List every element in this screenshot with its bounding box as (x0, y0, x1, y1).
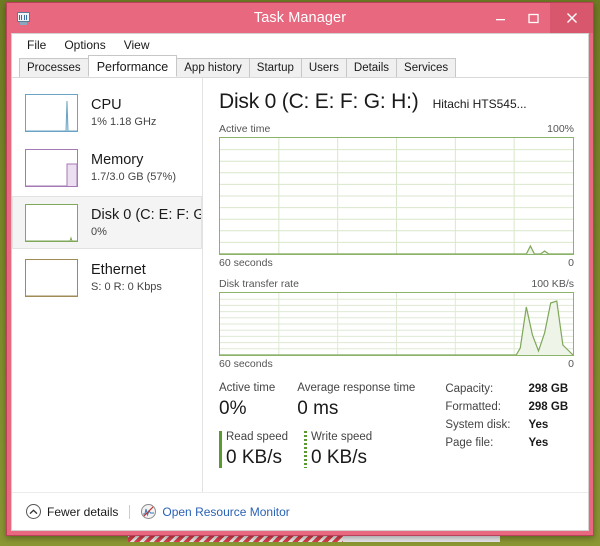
fewer-details-button[interactable]: Fewer details (26, 504, 118, 519)
write-speed-stat: Write speed 0 KB/s (304, 430, 372, 470)
tab-services[interactable]: Services (396, 58, 457, 77)
ethernet-label: Ethernet (91, 261, 146, 278)
resource-sidebar: CPU 1% 1.18 GHz Memory 1.7/3.0 GB (57%) (12, 78, 203, 492)
memory-label: Memory (91, 151, 144, 168)
disk-model-label: Hitachi HTS545... (432, 97, 527, 111)
status-bar: Fewer details Open Resource Monitor (12, 492, 588, 530)
ethernet-thumbnail (25, 258, 78, 297)
tab-users[interactable]: Users (300, 58, 347, 77)
disk-stats: Active time 0% Average response time 0 m… (219, 381, 574, 470)
minimize-button[interactable] (484, 3, 517, 33)
disk-label: Disk 0 (C: E: F: G: H (91, 206, 201, 223)
active-time-stat-value: 0% (219, 398, 247, 419)
open-resource-monitor-link[interactable]: Open Resource Monitor (141, 504, 290, 519)
transfer-rate-graph-max: 100 KB/s (531, 278, 574, 290)
active-time-graph-xend: 0 (568, 257, 574, 269)
cpu-thumbnail (25, 93, 78, 132)
disk-detail-panel: Disk 0 (C: E: F: G: H:) Hitachi HTS545..… (203, 78, 588, 492)
tab-details[interactable]: Details (345, 58, 398, 77)
active-time-plot (220, 138, 573, 254)
write-speed-color-bar (304, 431, 308, 468)
performance-body: CPU 1% 1.18 GHz Memory 1.7/3.0 GB (57%) (12, 78, 588, 492)
system-disk-key: System disk: (445, 419, 511, 431)
transfer-rate-graph-block: Disk transfer rate 100 KB/s 60 seconds 0 (219, 278, 574, 370)
sidebar-item-disk0[interactable]: Disk 0 (C: E: F: G: H 0% (12, 196, 202, 249)
read-speed-value: 0 KB/s (226, 447, 282, 468)
page-title: Disk 0 (C: E: F: G: H:) (219, 90, 419, 113)
sidebar-item-ethernet[interactable]: Ethernet S: 0 R: 0 Kbps (12, 251, 202, 304)
response-time-stat-label: Average response time (297, 382, 416, 394)
resource-monitor-label: Open Resource Monitor (162, 504, 290, 519)
formatted-key: Formatted: (445, 401, 501, 413)
transfer-rate-graph-label: Disk transfer rate (219, 278, 299, 290)
read-speed-color-bar (219, 431, 222, 468)
read-speed-label: Read speed (226, 431, 289, 443)
task-manager-window: Task Manager File Options View Processes… (6, 2, 594, 536)
stats-left-group: Active time 0% Average response time 0 m… (219, 381, 437, 470)
ethernet-stats: S: 0 R: 0 Kbps (91, 280, 162, 293)
system-disk-value: Yes (528, 419, 549, 431)
tab-app-history[interactable]: App history (176, 58, 250, 77)
transfer-rate-graph-xlabel: 60 seconds (219, 358, 273, 370)
minimize-icon (496, 18, 505, 20)
speed-row: Read speed 0 KB/s Write speed 0 KB/s (219, 430, 437, 470)
capacity-key: Capacity: (445, 383, 494, 395)
transfer-rate-graph[interactable] (219, 292, 574, 356)
transfer-rate-graph-xend: 0 (568, 358, 574, 370)
chevron-up-circle-icon (26, 504, 41, 519)
tab-strip: Processes Performance App history Startu… (12, 55, 588, 78)
disk-thumbnail (25, 203, 78, 242)
maximize-icon (528, 13, 539, 23)
fewer-details-label: Fewer details (47, 504, 119, 519)
memory-stats: 1.7/3.0 GB (57%) (91, 170, 176, 183)
active-time-graph-xlabel: 60 seconds (219, 257, 273, 269)
maximize-button[interactable] (517, 3, 550, 33)
sidebar-item-memory[interactable]: Memory 1.7/3.0 GB (57%) (12, 141, 202, 194)
capacity-value: 298 GB (528, 383, 569, 395)
menu-item-file[interactable]: File (18, 36, 55, 54)
active-time-stat: Active time 0% (219, 381, 275, 421)
active-time-graph[interactable] (219, 137, 574, 255)
wallpaper-bottom-strip (0, 542, 600, 546)
close-button[interactable] (550, 3, 593, 33)
write-speed-label: Write speed (311, 431, 373, 443)
tab-startup[interactable]: Startup (248, 58, 302, 77)
cpu-stats: 1% 1.18 GHz (91, 115, 157, 128)
footer-divider (129, 504, 131, 519)
disk-stats: 0% (91, 225, 107, 238)
active-time-stat-label: Active time (219, 382, 276, 394)
memory-thumbnail (25, 148, 78, 187)
write-speed-value: 0 KB/s (311, 447, 368, 468)
transfer-rate-plot (220, 293, 573, 355)
disk-info-grid: Capacity: 298 GB Formatted: 298 GB Syste… (445, 381, 568, 470)
sidebar-item-cpu[interactable]: CPU 1% 1.18 GHz (12, 86, 202, 139)
active-time-graph-max: 100% (547, 123, 574, 135)
close-icon (566, 13, 577, 23)
tab-processes[interactable]: Processes (19, 58, 89, 77)
page-file-key: Page file: (445, 437, 494, 449)
active-time-graph-label: Active time (219, 123, 271, 135)
menu-bar: File Options View (12, 34, 588, 56)
active-time-graph-block: Active time 100% 60 seconds 0 (219, 123, 574, 269)
response-time-stat-value: 0 ms (297, 398, 339, 419)
client-area: File Options View Processes Performance … (11, 33, 589, 531)
task-manager-icon (15, 10, 32, 26)
formatted-value: 298 GB (528, 401, 569, 413)
read-speed-stat: Read speed 0 KB/s (219, 430, 288, 470)
panel-header: Disk 0 (C: E: F: G: H:) Hitachi HTS545..… (219, 90, 574, 114)
cpu-label: CPU (91, 96, 122, 113)
title-bar[interactable]: Task Manager (7, 3, 593, 33)
window-controls (484, 3, 593, 33)
menu-item-view[interactable]: View (115, 36, 159, 54)
page-file-value: Yes (528, 437, 549, 449)
menu-item-options[interactable]: Options (55, 36, 114, 54)
resource-monitor-icon (141, 504, 157, 519)
tab-performance[interactable]: Performance (87, 55, 178, 77)
response-time-stat: Average response time 0 ms (297, 381, 415, 421)
